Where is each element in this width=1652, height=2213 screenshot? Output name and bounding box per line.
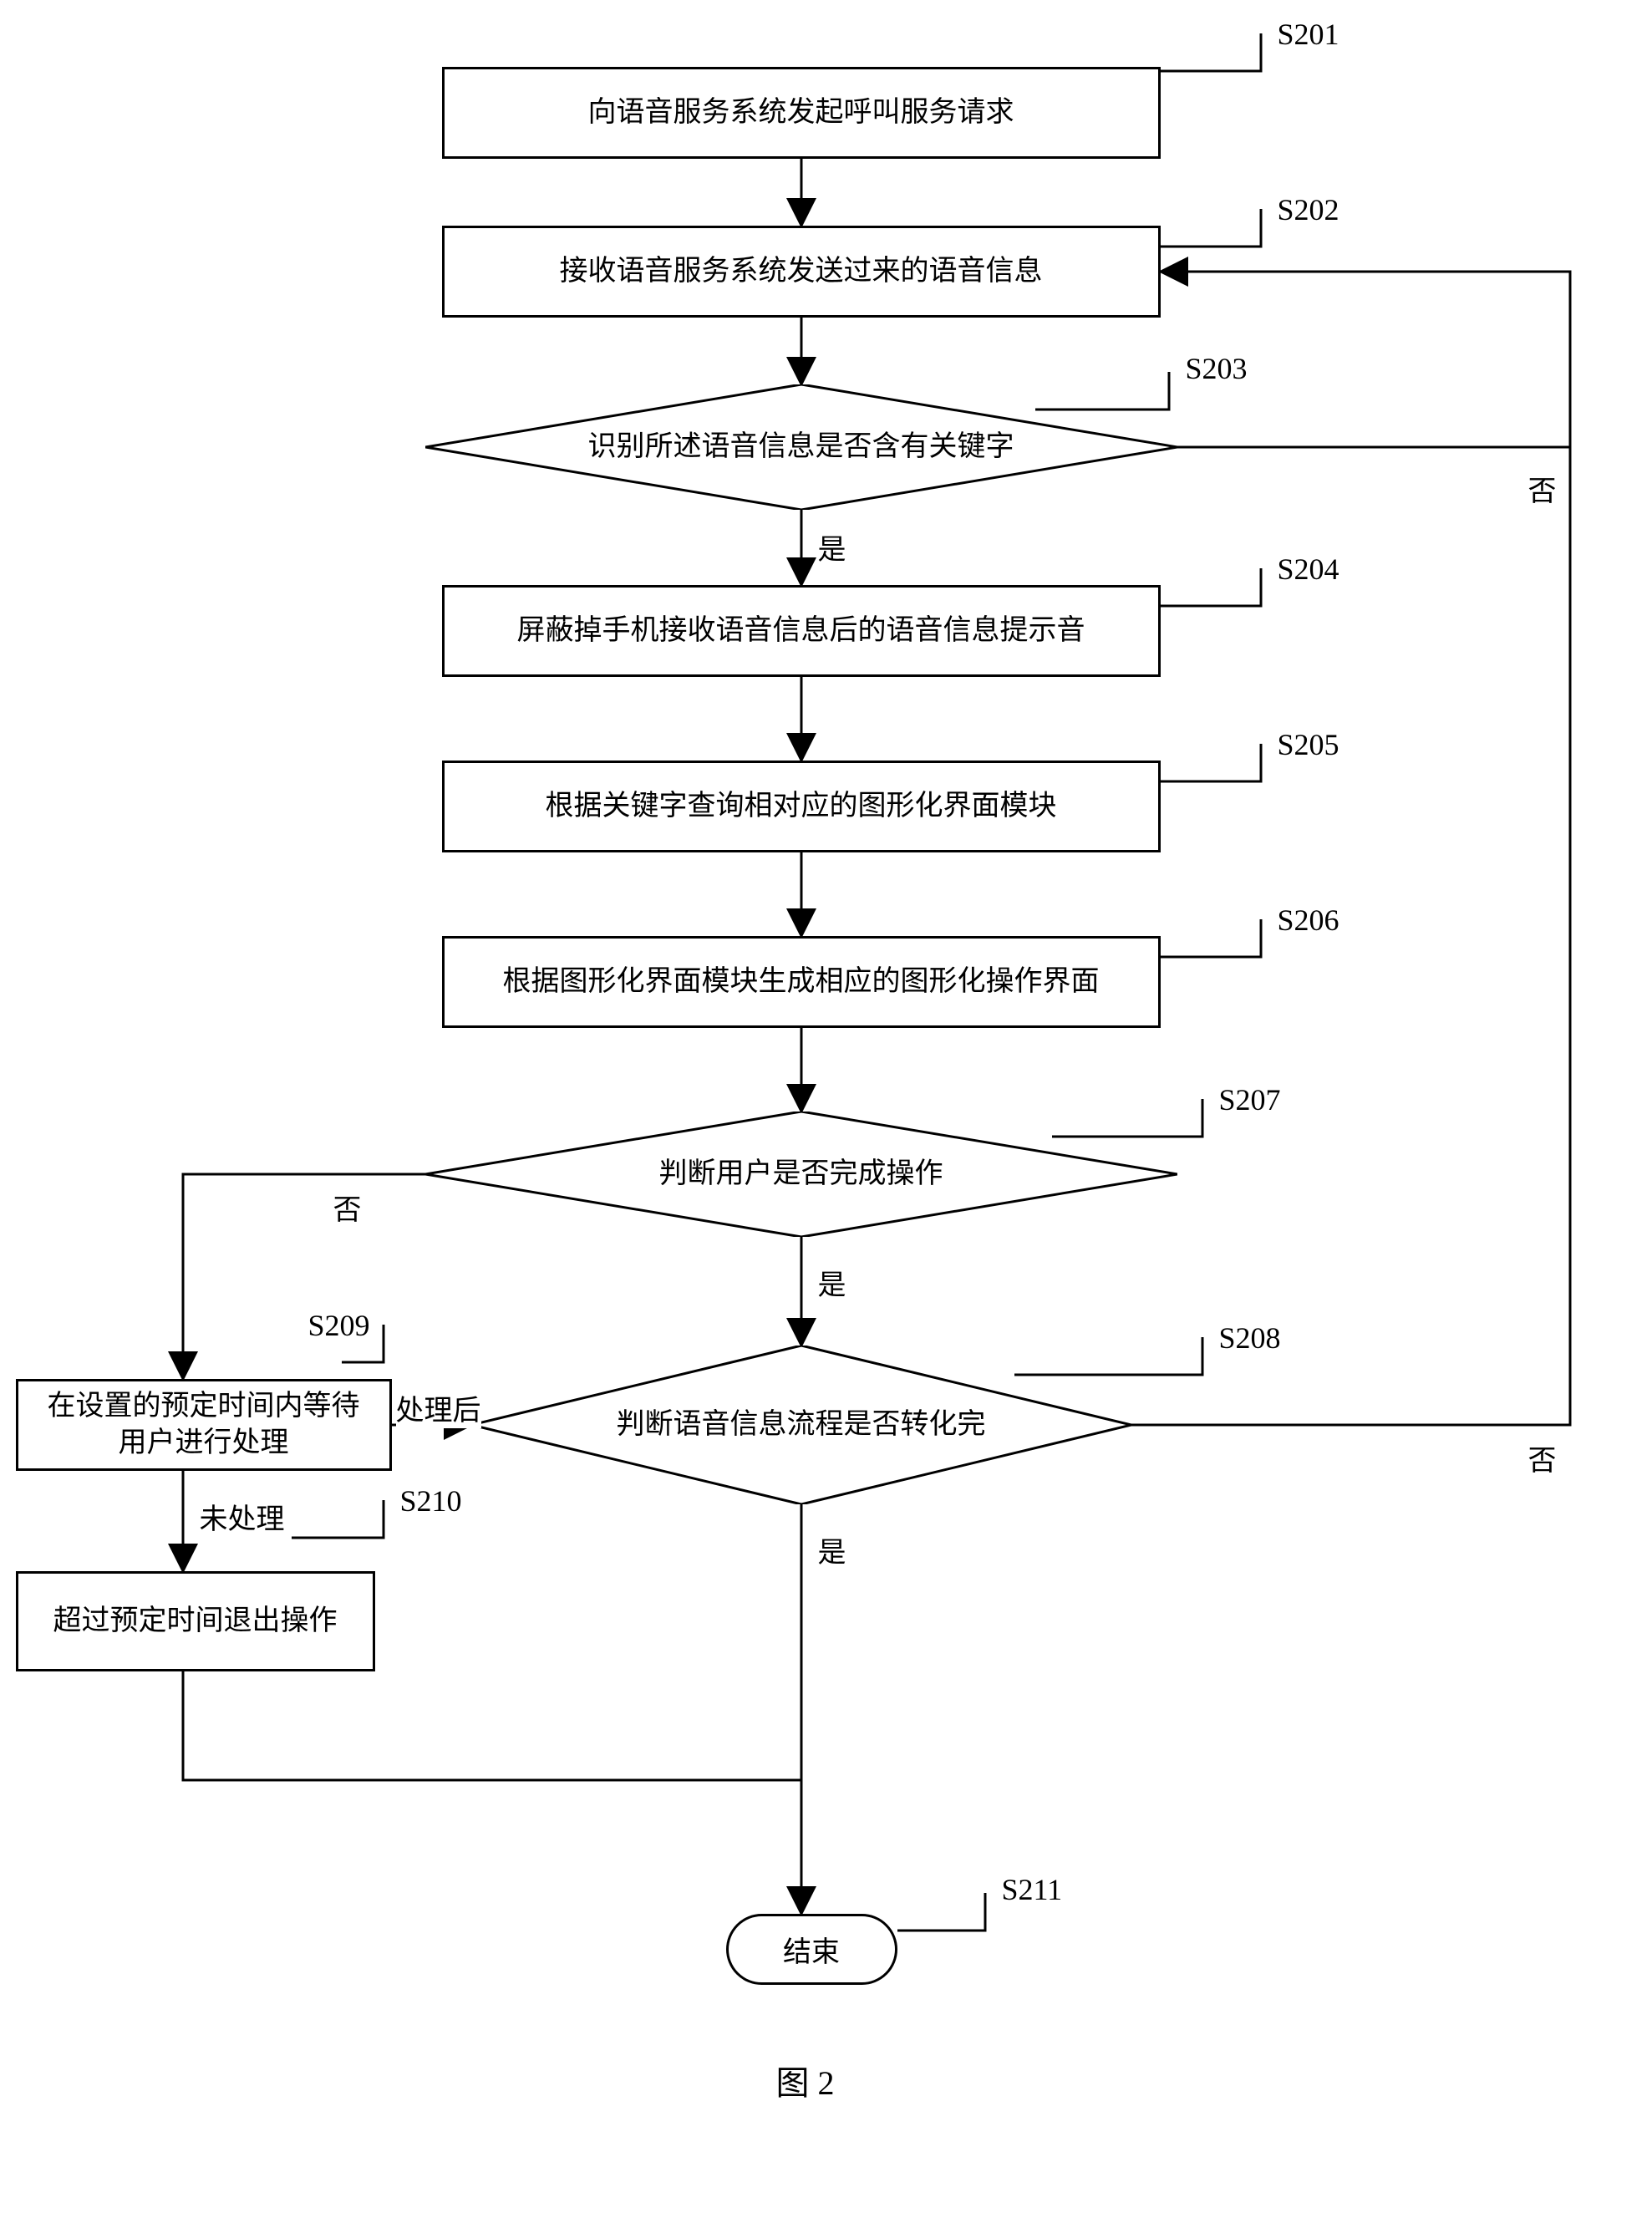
step-s208-num: S208 — [1219, 1320, 1281, 1356]
step-s205-text: 根据关键字查询相对应的图形化界面模块 — [546, 788, 1057, 825]
label-s208-yes: 是 — [818, 1529, 846, 1570]
step-s201: 向语音服务系统发起呼叫服务请求 — [442, 67, 1161, 159]
decision-s207-text: 判断用户是否完成操作 — [659, 1156, 943, 1193]
step-s211-num: S211 — [1002, 1872, 1063, 1907]
step-s202-num: S202 — [1278, 192, 1339, 227]
step-s209-num: S209 — [308, 1308, 370, 1343]
label-s209-unprocessed: 未处理 — [200, 1496, 285, 1537]
step-s205: 根据关键字查询相对应的图形化界面模块 — [442, 761, 1161, 852]
step-s207-num: S207 — [1219, 1082, 1281, 1117]
step-s206-text: 根据图形化界面模块生成相应的图形化操作界面 — [503, 964, 1100, 1000]
terminator-end: 结束 — [726, 1914, 897, 1985]
decision-s208: 判断语音信息流程是否转化完 — [471, 1346, 1131, 1504]
step-s201-num: S201 — [1278, 17, 1339, 52]
decision-s208-text: 判断语音信息流程是否转化完 — [617, 1407, 986, 1443]
step-s204-text: 屏蔽掉手机接收语音信息后的语音信息提示音 — [517, 613, 1085, 649]
step-s210-num: S210 — [400, 1483, 462, 1519]
flowchart: 向语音服务系统发起呼叫服务请求 S201 接收语音服务系统发送过来的语音信息 S… — [33, 33, 1620, 2173]
label-s207-yes: 是 — [818, 1262, 846, 1303]
label-s209-processed: 处理后 — [396, 1387, 481, 1428]
step-s210-text: 超过预定时间退出操作 — [53, 1603, 338, 1640]
step-s205-num: S205 — [1278, 727, 1339, 762]
step-s206-num: S206 — [1278, 903, 1339, 938]
step-s203-num: S203 — [1186, 351, 1248, 386]
decision-s203-text: 识别所述语音信息是否含有关键字 — [588, 429, 1014, 465]
decision-s203: 识别所述语音信息是否含有关键字 — [425, 384, 1177, 510]
step-s204-num: S204 — [1278, 552, 1339, 587]
step-s201-text: 向语音服务系统发起呼叫服务请求 — [588, 94, 1014, 131]
step-s202-text: 接收语音服务系统发送过来的语音信息 — [560, 253, 1043, 290]
label-s207-no: 否 — [333, 1187, 362, 1228]
step-s210: 超过预定时间退出操作 — [16, 1571, 375, 1671]
connector-lines — [33, 33, 1620, 2173]
label-s208-no: 否 — [1528, 1437, 1557, 1478]
label-s203-no: 否 — [1528, 468, 1557, 509]
step-s204: 屏蔽掉手机接收语音信息后的语音信息提示音 — [442, 585, 1161, 677]
step-s209-text: 在设置的预定时间内等待用户进行处理 — [35, 1388, 373, 1462]
step-s206: 根据图形化界面模块生成相应的图形化操作界面 — [442, 936, 1161, 1028]
terminator-end-text: 结束 — [783, 1929, 840, 1970]
step-s202: 接收语音服务系统发送过来的语音信息 — [442, 226, 1161, 318]
figure-label: 图 2 — [776, 2056, 835, 2104]
decision-s207: 判断用户是否完成操作 — [425, 1112, 1177, 1237]
label-s203-yes: 是 — [818, 527, 846, 567]
step-s209: 在设置的预定时间内等待用户进行处理 — [16, 1379, 392, 1471]
